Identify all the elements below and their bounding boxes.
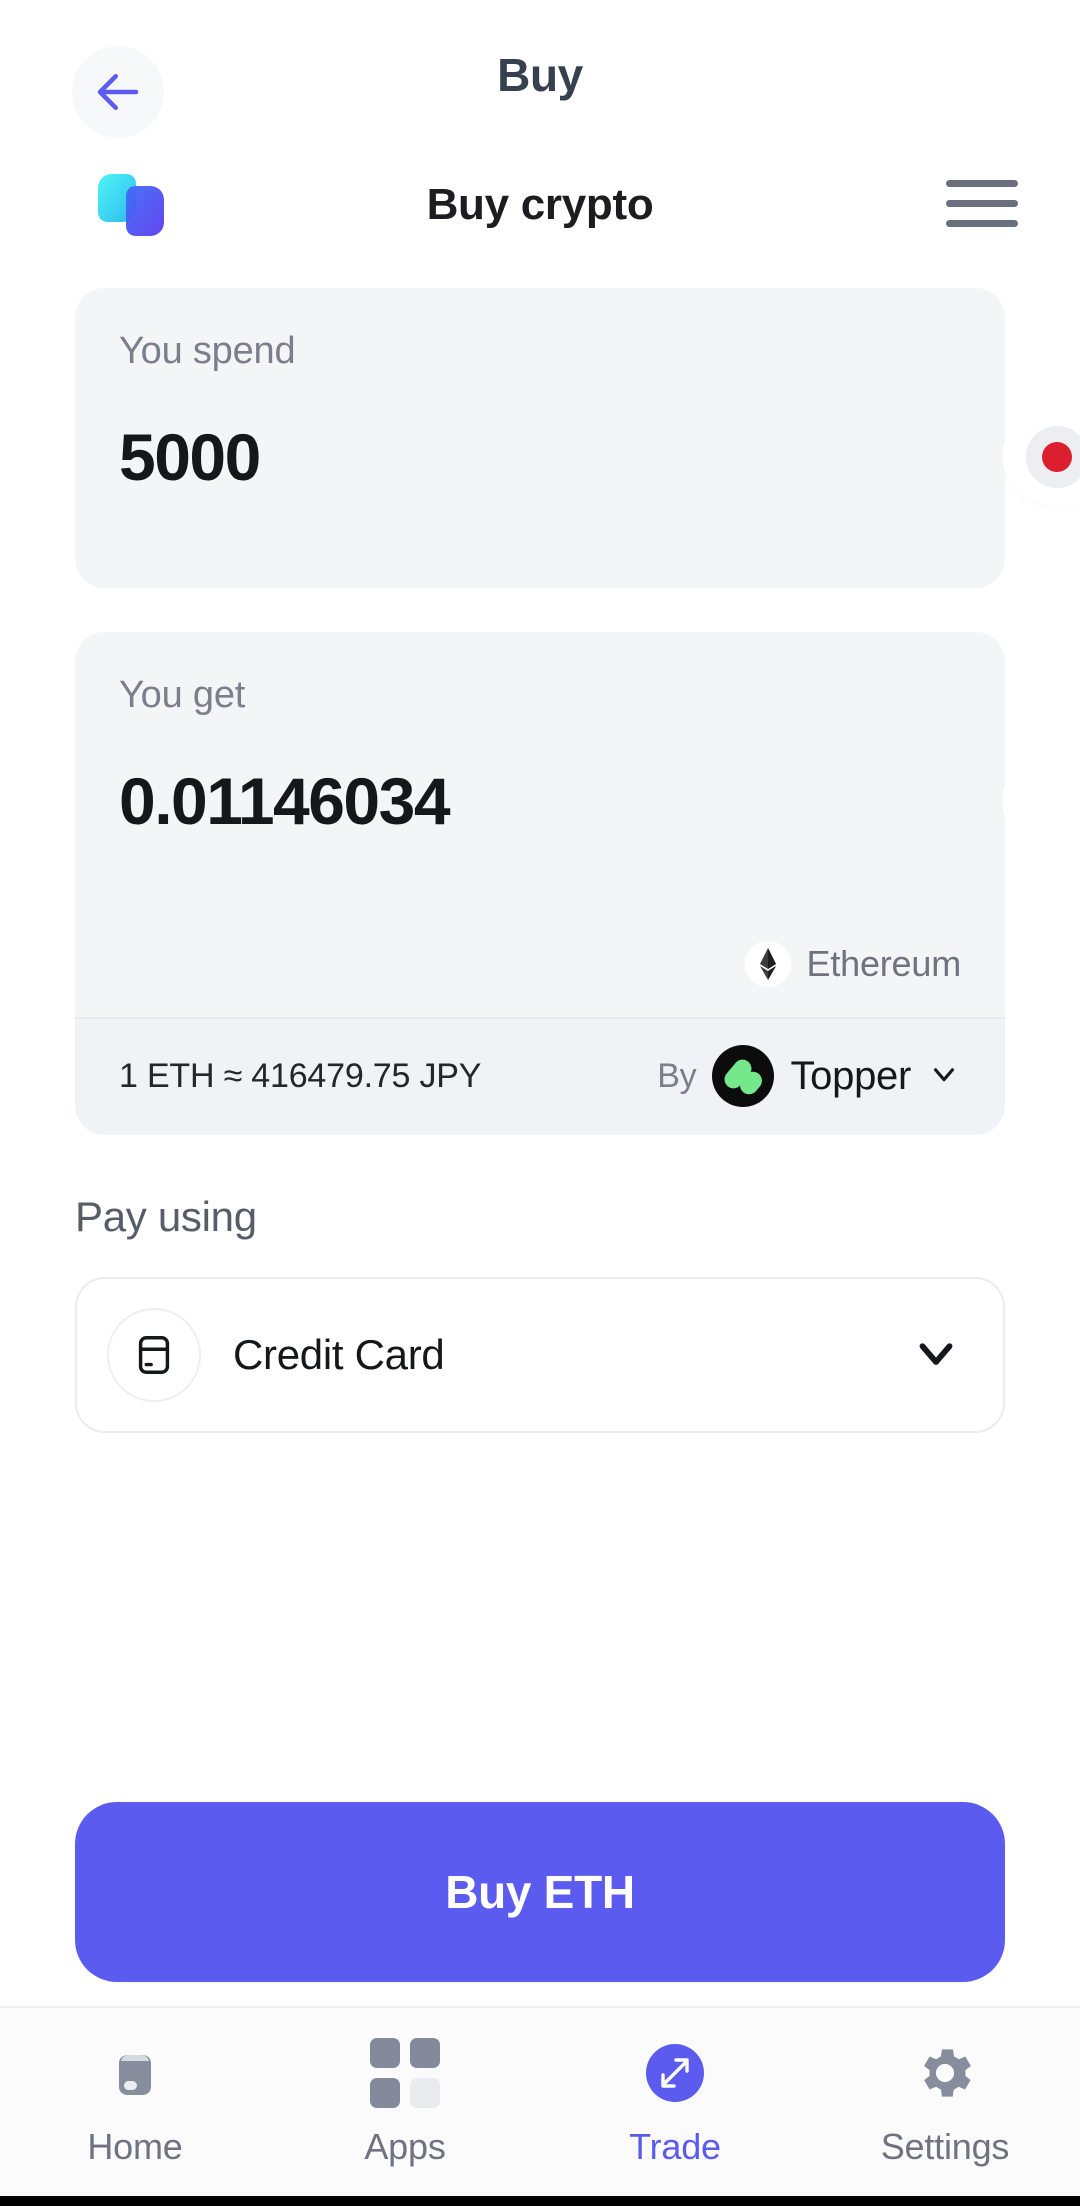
ethereum-icon — [744, 941, 791, 987]
get-card-body: You get ETH — [75, 632, 1005, 1017]
payment-method-name: Credit Card — [233, 1331, 445, 1378]
nav-item-trade[interactable]: Trade — [540, 2034, 810, 2168]
nav-label-home: Home — [87, 2126, 183, 2167]
brand-logo-icon — [92, 166, 170, 244]
hamburger-menu-icon[interactable] — [946, 172, 1018, 234]
payment-method-selector[interactable]: Credit Card — [75, 1277, 1005, 1433]
menu-line — [946, 219, 1018, 227]
nav-label-trade: Trade — [629, 2126, 721, 2167]
get-amount-input[interactable] — [119, 763, 1002, 839]
nav-item-home[interactable]: Home — [0, 2034, 270, 2168]
credit-card-icon — [107, 1308, 201, 1402]
spend-row: JPY — [119, 409, 1080, 505]
exchange-rate-text: 1 ETH ≈ 416479.75 JPY — [119, 1056, 482, 1095]
chevron-down-icon — [909, 1326, 963, 1385]
expand-arrows-icon — [636, 2034, 714, 2112]
top-navigation-bar: Buy — [0, 0, 1080, 150]
bottom-navigation-bar: Home Apps Trade Settings — [0, 2006, 1080, 2206]
pay-using-label: Pay using — [75, 1193, 257, 1240]
get-currency-selector[interactable]: ETH — [1002, 753, 1005, 849]
rate-bar: 1 ETH ≈ 416479.75 JPY By Topper — [75, 1017, 1005, 1135]
nav-label-settings: Settings — [880, 2126, 1010, 2167]
japan-flag-icon — [1026, 426, 1080, 488]
gear-icon — [906, 2034, 984, 2112]
grid-icon — [366, 2034, 444, 2112]
chevron-down-icon — [927, 1057, 961, 1096]
nav-item-settings[interactable]: Settings — [810, 2034, 1080, 2168]
spend-label: You spend — [119, 330, 296, 372]
get-card: You get ETH — [75, 632, 1005, 1135]
home-indicator — [0, 2196, 1080, 2206]
spend-currency-selector[interactable]: JPY — [1002, 409, 1080, 505]
wallet-icon — [96, 2034, 174, 2112]
buy-crypto-screen: Buy Buy crypto You spend 5000 You get 0.… — [0, 0, 1080, 2206]
get-label: You get — [119, 674, 246, 716]
provider-selector[interactable]: By Topper — [657, 1045, 961, 1107]
network-row: Ethereum — [744, 941, 962, 987]
arrow-left-icon — [91, 65, 145, 119]
spend-card: You spend JPY — [75, 288, 1080, 588]
page-title: Buy — [497, 49, 583, 101]
nav-label-apps: Apps — [364, 2126, 446, 2167]
get-row: ETH — [119, 753, 1005, 849]
menu-line — [946, 179, 1018, 187]
back-button[interactable] — [72, 46, 164, 138]
provider-by-label: By — [657, 1056, 697, 1095]
nav-item-apps[interactable]: Apps — [270, 2034, 540, 2168]
app-header: Buy crypto — [0, 150, 1080, 260]
buy-button[interactable]: Buy ETH — [75, 1802, 1005, 1982]
provider-name: Topper — [790, 1053, 911, 1098]
spend-amount-input[interactable] — [119, 419, 1002, 495]
menu-line — [946, 199, 1018, 207]
topper-logo-icon — [712, 1045, 775, 1107]
main-content: You spend JPY — [0, 260, 1080, 2006]
network-name: Ethereum — [806, 943, 962, 984]
